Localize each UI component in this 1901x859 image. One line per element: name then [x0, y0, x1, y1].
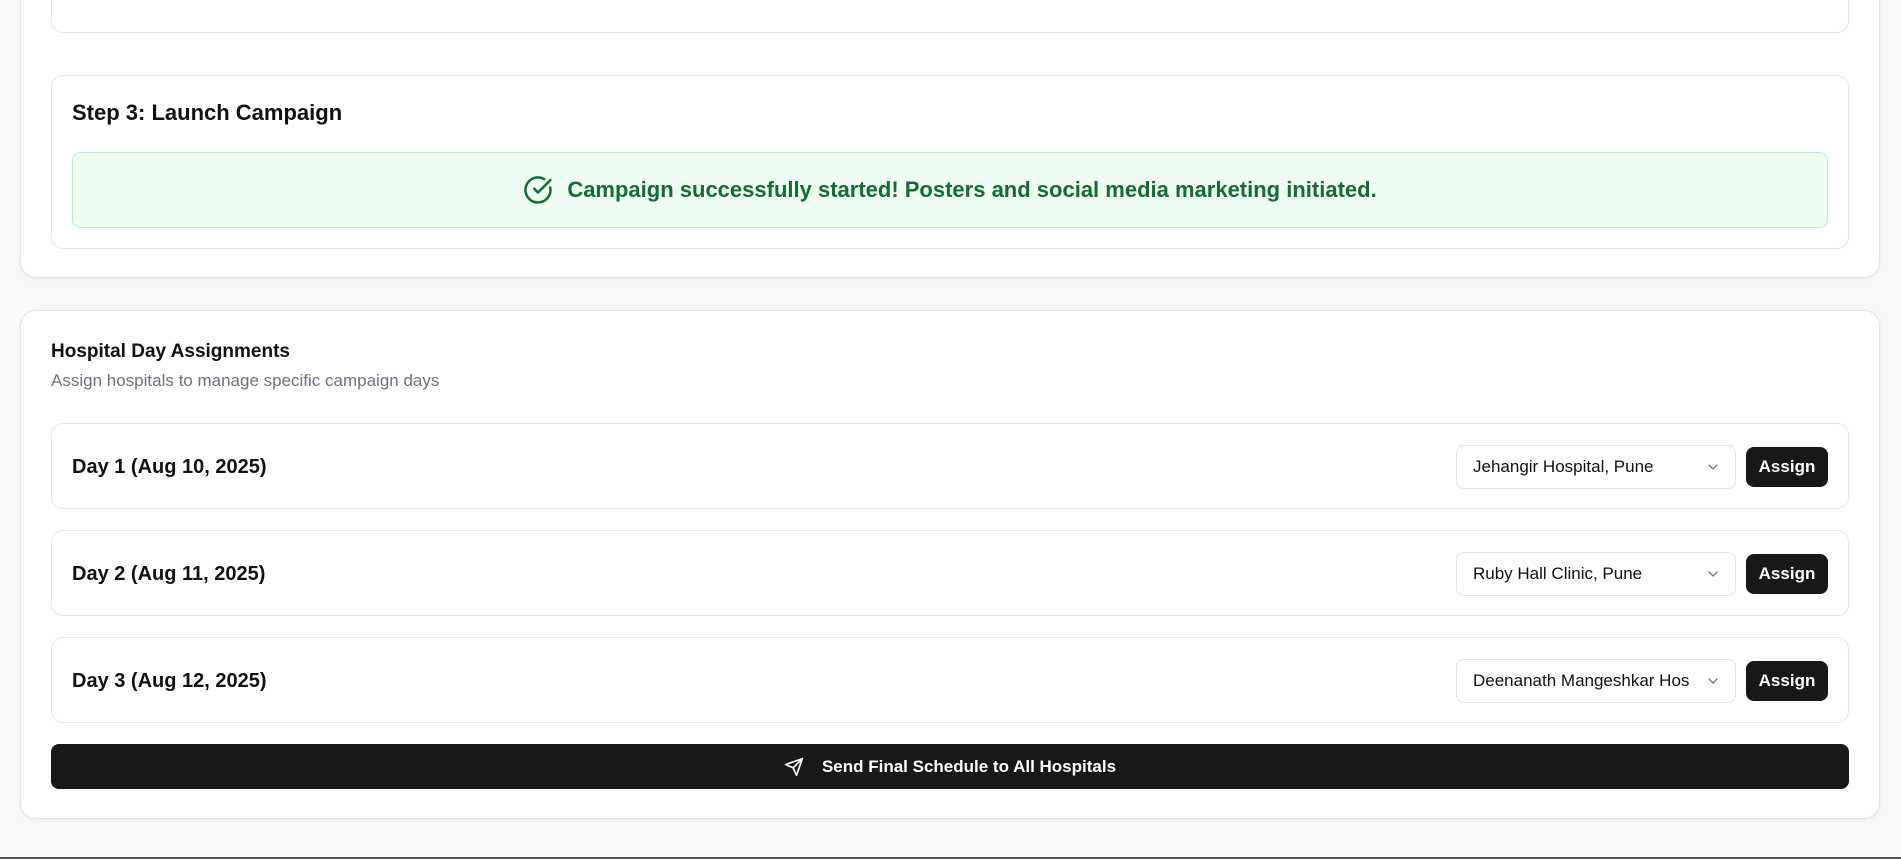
- section-subtitle: Assign hospitals to manage specific camp…: [51, 371, 440, 390]
- assign-button[interactable]: Assign: [1746, 661, 1828, 701]
- step2-section: [51, 0, 1849, 33]
- chevron-down-icon: [1708, 464, 1718, 470]
- page: Step 3: Launch Campaign Campaign success…: [0, 0, 1901, 859]
- step3-title: Step 3: Launch Campaign: [72, 100, 343, 125]
- day-label: Day 2 (Aug 11, 2025): [72, 563, 266, 585]
- success-banner: Campaign successfully started! Posters a…: [72, 152, 1828, 228]
- check-circle-icon: [524, 176, 553, 204]
- section-title: Hospital Day Assignments: [51, 341, 290, 362]
- assign-button[interactable]: Assign: [1746, 554, 1828, 594]
- selected-hospital: Jehangir Hospital, Pune: [1473, 457, 1654, 476]
- assign-button[interactable]: Assign: [1746, 447, 1828, 487]
- day-label: Day 1 (Aug 10, 2025): [72, 456, 267, 478]
- chevron-down-icon: [1708, 571, 1718, 577]
- hospital-select[interactable]: Ruby Hall Clinic, Pune: [1456, 552, 1736, 596]
- chevron-down-icon: [1708, 678, 1718, 684]
- hospital-select[interactable]: Deenanath Mangeshkar Hos: [1456, 659, 1736, 703]
- send-schedule-button[interactable]: Send Final Schedule to All Hospitals: [51, 744, 1849, 789]
- campaign-card: Step 3: Launch Campaign Campaign success…: [20, 0, 1880, 278]
- send-icon: [784, 757, 804, 776]
- hospital-select[interactable]: Jehangir Hospital, Pune: [1456, 445, 1736, 489]
- selected-hospital: Ruby Hall Clinic, Pune: [1473, 564, 1643, 583]
- step3-section: Step 3: Launch Campaign Campaign success…: [51, 75, 1849, 249]
- day-row-1: Day 1 (Aug 10, 2025) Jehangir Hospital, …: [51, 423, 1849, 509]
- day-label: Day 3 (Aug 12, 2025): [72, 670, 267, 692]
- selected-hospital: Deenanath Mangeshkar Hos: [1473, 671, 1690, 690]
- success-message: Campaign successfully started! Posters a…: [567, 177, 1377, 202]
- day-row-3: Day 3 (Aug 12, 2025) Deenanath Mangeshka…: [51, 637, 1849, 723]
- send-button-label: Send Final Schedule to All Hospitals: [821, 756, 1117, 776]
- hospital-assignments-card: Hospital Day Assignments Assign hospital…: [20, 310, 1880, 819]
- day-row-2: Day 2 (Aug 11, 2025) Ruby Hall Clinic, P…: [51, 530, 1849, 616]
